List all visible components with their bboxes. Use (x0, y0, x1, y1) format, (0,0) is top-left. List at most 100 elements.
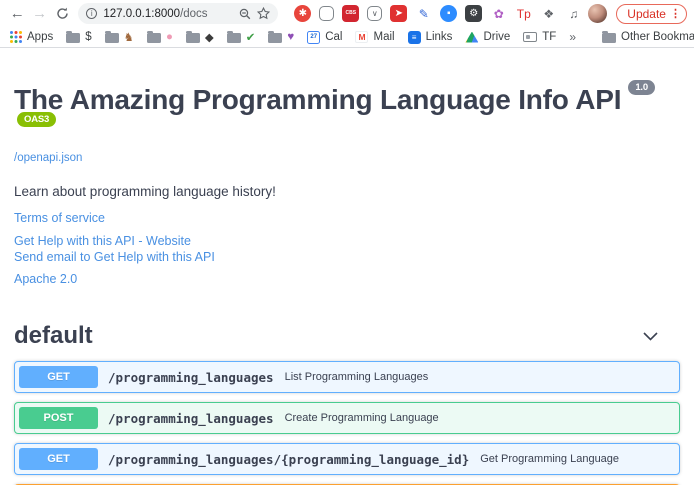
update-label: Update (627, 7, 666, 21)
highlighter-icon[interactable]: ✎ (415, 5, 432, 22)
opblock-get[interactable]: GET /programming_languages/{programming_… (14, 443, 680, 475)
bookmark-folder-horse-icon (105, 33, 119, 43)
endpoint-path: /programming_languages/{programming_lang… (108, 452, 469, 467)
apps-launcher-icon (10, 31, 22, 43)
bookmark-folder-grad-cap[interactable]: ◆ (186, 30, 214, 44)
bookmark-folder-dollar-label: $ (85, 31, 91, 43)
chat-bubble-icon[interactable] (319, 6, 334, 21)
forward-icon[interactable]: → (29, 3, 49, 25)
zoom-out-icon[interactable] (239, 8, 251, 20)
endpoint-path: /programming_languages (108, 411, 274, 426)
cbs-icon[interactable]: CBS (342, 5, 359, 22)
bookmark-folder-horse[interactable]: ♞ (105, 30, 134, 44)
tampermonkey-icon[interactable]: Tp (515, 5, 532, 22)
bookmark-folder-dollar-icon (66, 33, 80, 43)
contact-email-link[interactable]: Send email to Get Help with this API (14, 251, 680, 265)
oas3-badge: OAS3 (17, 112, 56, 127)
url-host: 127.0.0.1:8000 (103, 8, 180, 20)
bookmark-folder-leaf-label: ✔ (246, 30, 256, 44)
opblock-get[interactable]: GET /programming_languages List Programm… (14, 361, 680, 393)
license-link[interactable]: Apache 2.0 (14, 273, 680, 287)
apps-launcher-label: Apps (27, 31, 53, 43)
chevron-down-icon[interactable] (643, 332, 658, 341)
opblock-post[interactable]: POST /programming_languages Create Progr… (14, 402, 680, 434)
bookmark-folder-brain-label: ● (166, 31, 173, 43)
bookmark-drive-label: Drive (483, 31, 510, 43)
bookmark-folder-heart[interactable]: ♥ (268, 31, 294, 43)
bookmark-tf-icon (523, 32, 537, 42)
reload-icon[interactable] (52, 3, 72, 25)
method-badge: POST (19, 407, 98, 429)
api-info-links: Terms of service Get Help with this API … (14, 212, 680, 287)
bookmark-folder-brain-icon (147, 33, 161, 43)
update-button[interactable]: Update ⋮ (616, 4, 687, 24)
api-description: Learn about programming language history… (14, 184, 680, 199)
bookmarks-overflow-label: » (569, 30, 576, 44)
bookmark-folder-dollar[interactable]: $ (66, 31, 91, 43)
page-info-icon[interactable] (86, 8, 97, 19)
bookmark-folder-leaf[interactable]: ✔ (227, 30, 256, 44)
zoom-camera-icon[interactable]: ▪ (440, 5, 457, 22)
bookmarks-bar: Apps $ ♞ ● ◆ ✔ ♥ 27 Cal M Mail ≡ Links D… (0, 27, 694, 48)
page-title: The Amazing Programming Language Info AP… (14, 84, 680, 148)
bookmark-drive-icon (465, 32, 478, 43)
bookmark-calendar-icon: 27 (307, 31, 320, 44)
adblock-icon[interactable]: ✱ (294, 5, 311, 22)
extensions-row: ✱ CBS ∨ ➤ ✎ ▪ ⚙ ✿ Tp ❖ ♫ (294, 5, 582, 22)
endpoint-path: /programming_languages (108, 370, 274, 385)
swagger-ui-page: The Amazing Programming Language Info AP… (0, 84, 694, 485)
bookmark-folder-brain[interactable]: ● (147, 31, 173, 43)
bookmark-calendar[interactable]: 27 Cal (307, 31, 342, 44)
bookmark-folder-heart-icon (268, 33, 282, 43)
address-bar[interactable]: 127.0.0.1:8000/docs (78, 3, 278, 24)
bookmark-folder-horse-label: ♞ (124, 30, 134, 44)
bookmark-mail[interactable]: M Mail (355, 31, 394, 43)
browser-toolbar: ← → 127.0.0.1:8000/docs (0, 0, 694, 27)
media-playlist-icon[interactable]: ♫ (565, 5, 582, 22)
bookmarks-overflow[interactable]: » (569, 30, 576, 44)
tag-section-header-default[interactable]: default (14, 322, 680, 350)
browser-menu-icon[interactable]: ⋮ (670, 7, 681, 20)
other-bookmarks[interactable]: Other Bookmarks (602, 31, 694, 43)
bookmark-folder-grad-cap-label: ◆ (205, 30, 214, 44)
method-badge: GET (19, 366, 98, 388)
back-icon[interactable]: ← (7, 3, 27, 25)
other-bookmarks-icon (602, 33, 616, 43)
bookmark-mail-label: Mail (373, 31, 394, 43)
bookmark-links-icon: ≡ (408, 31, 421, 44)
gear-warning-icon[interactable]: ⚙ (465, 5, 482, 22)
api-title-text: The Amazing Programming Language Info AP… (14, 84, 621, 115)
send-arrow-icon[interactable]: ➤ (390, 5, 407, 22)
method-badge: GET (19, 448, 98, 470)
openapi-spec-link[interactable]: /openapi.json (14, 152, 82, 164)
bookmark-tf-label: TF (542, 31, 556, 43)
bookmark-calendar-label: Cal (325, 31, 342, 43)
browser-chrome: ← → 127.0.0.1:8000/docs (0, 0, 694, 48)
bookmark-links[interactable]: ≡ Links (408, 31, 453, 44)
bookmark-links-label: Links (426, 31, 453, 43)
puzzle-icon[interactable]: ❖ (540, 5, 557, 22)
bookmark-star-icon[interactable] (257, 7, 270, 20)
bookmark-folder-grad-cap-icon (186, 33, 200, 43)
bookmark-folder-leaf-icon (227, 33, 241, 43)
url-path: /docs (180, 8, 208, 20)
flower-icon[interactable]: ✿ (490, 5, 507, 22)
profile-avatar[interactable] (588, 4, 607, 23)
tag-section-title: default (14, 322, 643, 350)
apps-launcher[interactable]: Apps (10, 31, 53, 43)
operations-list: GET /programming_languages List Programm… (14, 361, 680, 485)
terms-of-service-link[interactable]: Terms of service (14, 212, 680, 226)
other-bookmarks-label: Other Bookmarks (621, 31, 694, 43)
url-text: 127.0.0.1:8000/docs (103, 8, 233, 20)
bookmark-tf[interactable]: TF (523, 31, 556, 43)
endpoint-summary: Create Programming Language (285, 412, 439, 424)
endpoint-summary: Get Programming Language (480, 453, 619, 465)
version-badge: 1.0 (628, 80, 655, 95)
bookmark-drive[interactable]: Drive (465, 31, 510, 43)
contact-website-link[interactable]: Get Help with this API - Website (14, 235, 680, 249)
endpoint-summary: List Programming Languages (285, 371, 429, 383)
bookmark-folder-heart-label: ♥ (287, 31, 294, 43)
bookmark-mail-icon: M (355, 31, 368, 43)
reload-glyph (56, 7, 69, 20)
pocket-icon[interactable]: ∨ (367, 6, 382, 21)
